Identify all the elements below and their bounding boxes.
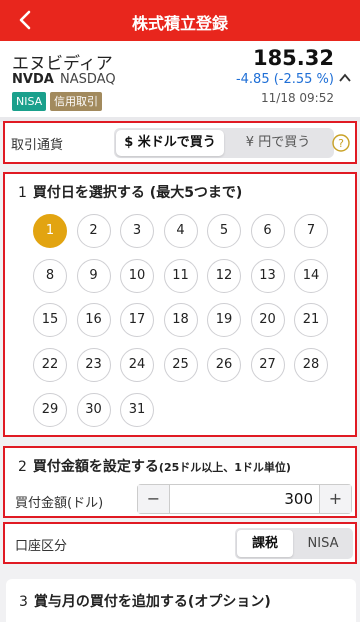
day-option-8[interactable]: 8	[33, 258, 67, 293]
day-option-25[interactable]: 25	[163, 348, 198, 383]
day-option-13[interactable]: 13	[250, 258, 285, 293]
day-option-4[interactable]: 4	[163, 214, 198, 248]
day-option-27[interactable]: 27	[250, 348, 285, 383]
nisa-badge: NISA	[12, 92, 47, 111]
day-option-28[interactable]: 28	[294, 348, 328, 383]
account-type-label: 口座区分	[15, 539, 68, 554]
day-option-26[interactable]: 26	[207, 348, 241, 383]
account-option-nisa[interactable]: NISA	[295, 530, 351, 557]
day-section-title: 1 買付日を選択する (最大5つまで)	[18, 182, 242, 202]
day-option-2[interactable]: 2	[76, 214, 111, 248]
amount-label: 買付金額(ドル)	[15, 496, 104, 511]
amount-input[interactable]: 300	[174, 485, 313, 513]
section-number: 1	[18, 185, 27, 201]
day-option-15[interactable]: 15	[33, 303, 67, 338]
day-option-24[interactable]: 24	[120, 348, 154, 383]
section-title-text: 賞与月の買付を追加する(オプション)	[33, 594, 271, 610]
day-option-7[interactable]: 7	[294, 214, 328, 248]
currency-option-usd[interactable]: $ 米ドルで買う	[116, 130, 224, 156]
day-option-22[interactable]: 22	[33, 348, 67, 383]
day-option-12[interactable]: 12	[207, 258, 241, 293]
amount-stepper: − 300 +	[137, 484, 352, 514]
stock-exchange: NASDAQ	[60, 72, 116, 87]
increment-button[interactable]: +	[319, 485, 351, 513]
day-option-17[interactable]: 17	[120, 303, 154, 338]
day-option-21[interactable]: 21	[294, 303, 328, 338]
stock-price: 185.32	[252, 46, 334, 70]
currency-label: 取引通貨	[11, 138, 64, 153]
bonus-section-title: 3 賞与月の買付を追加する(オプション)	[19, 591, 271, 611]
currency-option-jpy[interactable]: ¥ 円で買う	[224, 130, 332, 156]
section-title-text: 買付日を選択する (最大5つまで)	[32, 185, 243, 201]
day-option-23[interactable]: 23	[76, 348, 111, 383]
day-option-1[interactable]: 1	[33, 214, 67, 248]
bonus-month-section[interactable]: 3 賞与月の買付を追加する(オプション)	[6, 579, 356, 622]
account-segmented-control: 課税 NISA	[235, 528, 353, 559]
stock-summary: エヌビディア NVDA NASDAQ NISA 信用取引 185.32 -4.8…	[0, 41, 360, 117]
day-option-3[interactable]: 3	[120, 214, 154, 248]
svg-text:?: ?	[338, 137, 344, 150]
day-option-18[interactable]: 18	[163, 303, 198, 338]
day-option-29[interactable]: 29	[33, 392, 67, 427]
day-option-10[interactable]: 10	[120, 258, 154, 293]
price-timestamp: 11/18 09:52	[261, 91, 334, 105]
account-type-section: 口座区分 課税 NISA	[3, 522, 357, 564]
stock-ticker: NVDA	[12, 72, 54, 87]
purchase-day-section: 1 買付日を選択する (最大5つまで) 1 2 3 4 5 6 7 8 9 10 11 12 13 14 15…	[3, 172, 357, 437]
day-option-16[interactable]: 16	[76, 303, 111, 338]
account-option-taxable[interactable]: 課税	[237, 530, 293, 557]
currency-segmented-control: $ 米ドルで買う ¥ 円で買う	[114, 128, 334, 158]
section-title-text: 買付金額を設定する	[32, 459, 159, 475]
day-option-30[interactable]: 30	[76, 392, 111, 427]
amount-section-title: 2 買付金額を設定する(25ドル以上、1ドル単位)	[18, 456, 291, 476]
day-option-5[interactable]: 5	[207, 214, 241, 248]
day-option-9[interactable]: 9	[76, 258, 111, 293]
decrement-button[interactable]: −	[138, 485, 170, 513]
day-option-14[interactable]: 14	[294, 258, 328, 293]
price-change: -4.85 (-2.55 %)	[235, 72, 334, 87]
margin-trading-badge: 信用取引	[50, 92, 102, 111]
currency-section: 取引通貨 $ 米ドルで買う ¥ 円で買う ?	[3, 121, 357, 164]
caret-up-icon[interactable]	[339, 73, 351, 83]
section-number: 2	[18, 459, 27, 475]
day-option-11[interactable]: 11	[163, 258, 198, 293]
day-option-19[interactable]: 19	[207, 303, 241, 338]
day-option-6[interactable]: 6	[250, 214, 285, 248]
day-option-20[interactable]: 20	[250, 303, 285, 338]
app-header: 株式積立登録	[0, 0, 360, 41]
page-title: 株式積立登録	[131, 14, 228, 33]
amount-note: (25ドル以上、1ドル単位)	[158, 461, 291, 474]
section-number: 3	[19, 594, 28, 610]
stock-name: エヌビディア	[12, 54, 113, 74]
amount-section: 2 買付金額を設定する(25ドル以上、1ドル単位) 買付金額(ドル) − 300 …	[3, 446, 357, 518]
day-option-31[interactable]: 31	[120, 392, 154, 427]
question-circle-icon[interactable]: ?	[332, 134, 350, 152]
